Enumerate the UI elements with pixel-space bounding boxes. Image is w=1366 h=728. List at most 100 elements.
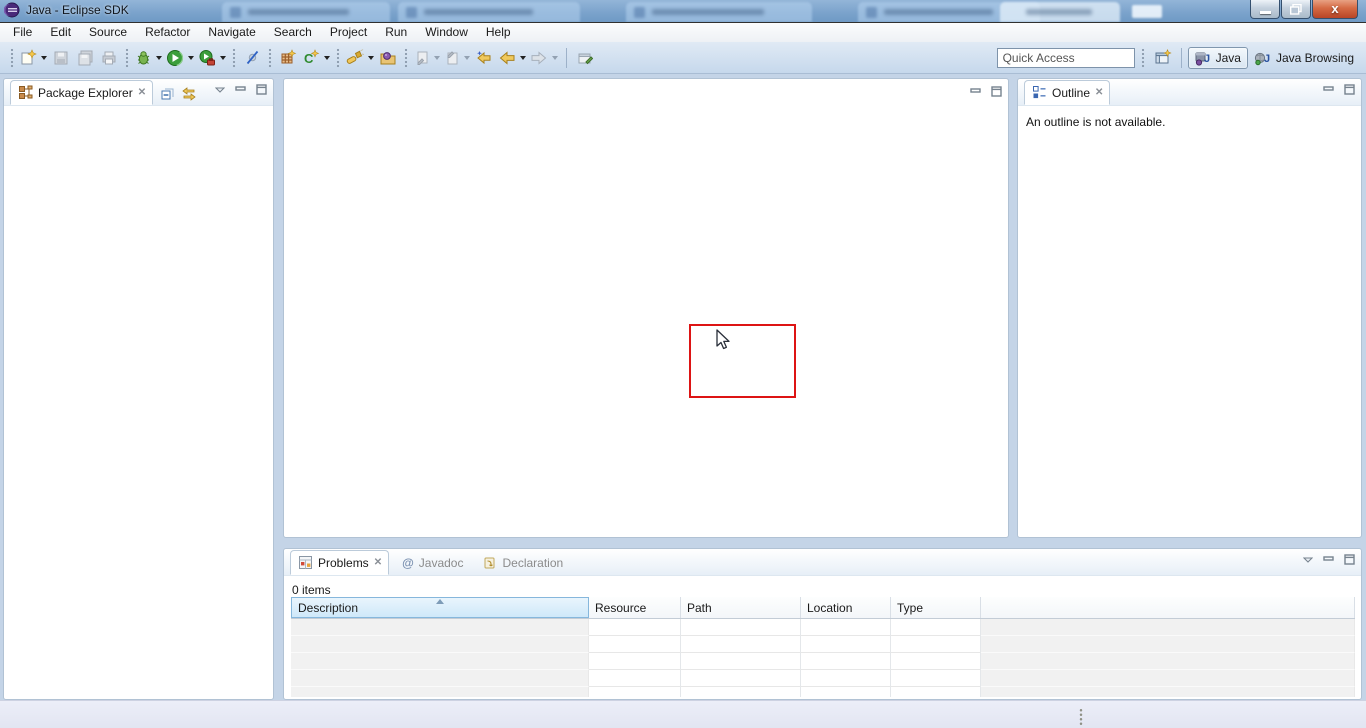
maximize-view-button[interactable] — [256, 84, 267, 95]
last-edit-location-button[interactable] — [472, 46, 496, 70]
maximize-view-button[interactable] — [1344, 554, 1355, 565]
view-menu-button[interactable] — [215, 87, 225, 93]
menu-help[interactable]: Help — [477, 23, 520, 42]
perspective-java-browsing-button[interactable]: J Java Browsing — [1248, 48, 1360, 68]
close-icon[interactable]: ✕ — [374, 557, 381, 568]
minimize-window-button[interactable] — [1250, 0, 1280, 19]
perspective-java-button[interactable]: J Java — [1188, 47, 1248, 69]
tab-declaration[interactable]: Declaration — [476, 550, 570, 575]
forward-dropdown[interactable] — [552, 56, 558, 60]
close-window-button[interactable]: x — [1312, 0, 1358, 19]
trim-drag-handle[interactable] — [1079, 708, 1083, 725]
new-wizard-icon — [20, 49, 37, 66]
open-type-button[interactable] — [376, 46, 400, 70]
table-empty-row — [291, 653, 1355, 670]
tab-problems[interactable]: Problems ✕ — [290, 550, 389, 575]
maximize-icon — [256, 84, 267, 95]
table-cell — [891, 636, 981, 653]
previous-annotation-dropdown[interactable] — [464, 56, 470, 60]
table-empty-row — [291, 636, 1355, 653]
minimize-view-button[interactable] — [1323, 85, 1334, 95]
external-tools-button[interactable] — [196, 46, 228, 70]
open-perspective-button[interactable] — [1151, 46, 1175, 70]
print-button[interactable] — [97, 46, 121, 70]
menu-bar: File Edit Source Refactor Navigate Searc… — [0, 22, 1366, 42]
table-cell — [891, 687, 981, 697]
close-icon[interactable]: ✕ — [1095, 87, 1102, 98]
toolbar-drag-handle[interactable] — [232, 48, 236, 68]
menu-navigate[interactable]: Navigate — [199, 23, 264, 42]
external-tools-dropdown[interactable] — [220, 56, 226, 60]
run-button[interactable] — [164, 46, 196, 70]
tab-package-explorer[interactable]: Package Explorer ✕ — [10, 80, 153, 105]
column-header-path[interactable]: Path — [681, 597, 801, 618]
column-header-location[interactable]: Location — [801, 597, 891, 618]
menu-window[interactable]: Window — [416, 23, 477, 42]
toolbar-drag-handle[interactable] — [125, 48, 129, 68]
toolbar-drag-handle[interactable] — [10, 48, 14, 68]
editor-area-buttons — [970, 86, 1002, 97]
back-dropdown[interactable] — [520, 56, 526, 60]
previous-annotation-button[interactable] — [442, 46, 472, 70]
ghost-favicon — [406, 7, 417, 18]
package-explorer-header: Package Explorer ✕ — [4, 79, 273, 106]
forward-button[interactable] — [528, 46, 560, 70]
next-annotation-dropdown[interactable] — [434, 56, 440, 60]
new-java-project-button[interactable] — [276, 46, 300, 70]
print-icon — [101, 50, 117, 66]
new-wizard-button[interactable] — [18, 46, 49, 70]
table-cell — [891, 670, 981, 687]
save-button[interactable] — [49, 46, 73, 70]
minimize-view-button[interactable] — [235, 85, 246, 95]
close-icon[interactable]: ✕ — [138, 87, 145, 98]
editor-area[interactable] — [283, 78, 1009, 538]
maximize-window-button[interactable] — [1281, 0, 1311, 19]
tab-javadoc[interactable]: @ Javadoc — [395, 550, 470, 575]
run-dropdown[interactable] — [188, 56, 194, 60]
minimize-icon — [970, 87, 981, 97]
quick-access-input[interactable] — [997, 48, 1135, 68]
link-with-editor-button[interactable] — [181, 87, 197, 101]
open-perspective-icon — [1154, 49, 1172, 66]
toolbar-drag-handle[interactable] — [336, 48, 340, 68]
save-all-button[interactable] — [73, 46, 97, 70]
minimize-editor-button[interactable] — [970, 87, 981, 97]
menu-run[interactable]: Run — [376, 23, 416, 42]
skip-all-breakpoints-button[interactable] — [240, 46, 264, 70]
toolbar-drag-handle[interactable] — [404, 48, 408, 68]
search-button[interactable] — [344, 46, 376, 70]
search-dropdown[interactable] — [368, 56, 374, 60]
debug-dropdown[interactable] — [156, 56, 162, 60]
menu-source[interactable]: Source — [80, 23, 136, 42]
ghost-favicon — [866, 7, 877, 18]
pin-editor-button[interactable] — [573, 46, 597, 70]
menu-refactor[interactable]: Refactor — [136, 23, 199, 42]
collapse-all-icon — [161, 87, 175, 101]
tab-outline[interactable]: Outline ✕ — [1024, 80, 1110, 105]
debug-button[interactable] — [133, 46, 164, 70]
mouse-cursor — [715, 329, 735, 351]
minimize-view-button[interactable] — [1323, 555, 1334, 565]
new-java-class-dropdown[interactable] — [324, 56, 330, 60]
toolbar-drag-handle[interactable] — [1141, 48, 1145, 68]
maximize-view-button[interactable] — [1344, 84, 1355, 95]
collapse-all-button[interactable] — [161, 87, 175, 101]
package-explorer-content[interactable] — [4, 106, 273, 699]
menu-edit[interactable]: Edit — [41, 23, 80, 42]
table-cell — [801, 619, 891, 636]
menu-project[interactable]: Project — [321, 23, 376, 42]
menu-file[interactable]: File — [4, 23, 41, 42]
column-header-resource[interactable]: Resource — [589, 597, 681, 618]
table-cell — [801, 636, 891, 653]
maximize-editor-button[interactable] — [991, 86, 1002, 97]
view-menu-button[interactable] — [1303, 557, 1313, 563]
new-java-class-button[interactable]: C — [300, 46, 332, 70]
toolbar-drag-handle[interactable] — [268, 48, 272, 68]
next-annotation-button[interactable] — [412, 46, 442, 70]
tab-outline-label: Outline — [1052, 86, 1090, 100]
menu-search[interactable]: Search — [265, 23, 321, 42]
column-header-description[interactable]: Description — [291, 597, 589, 618]
back-button[interactable] — [496, 46, 528, 70]
column-header-type[interactable]: Type — [891, 597, 981, 618]
new-wizard-dropdown[interactable] — [41, 56, 47, 60]
